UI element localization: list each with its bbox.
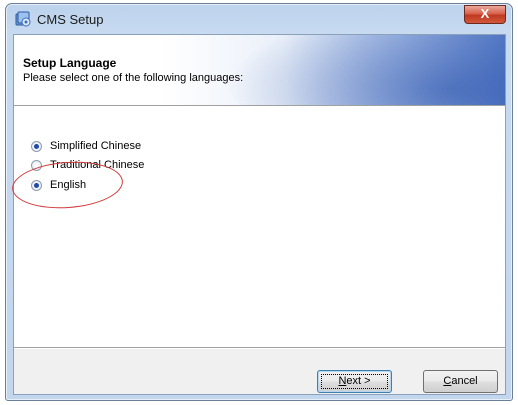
cancel-button[interactable]: Cancel bbox=[423, 370, 498, 393]
dialog-client-area: Setup Language Please select one of the … bbox=[13, 34, 506, 395]
language-options-panel: Simplified Chinese Traditional Chinese E… bbox=[14, 107, 505, 347]
language-option-traditional-chinese[interactable]: Traditional Chinese bbox=[31, 157, 144, 173]
language-option-english[interactable]: English bbox=[31, 177, 86, 193]
close-button[interactable]: X bbox=[464, 5, 506, 24]
focus-rectangle bbox=[321, 374, 388, 389]
language-label: Traditional Chinese bbox=[50, 159, 145, 171]
radio-button-traditional-chinese[interactable] bbox=[31, 159, 42, 171]
language-option-simplified-chinese[interactable]: Simplified Chinese bbox=[31, 138, 141, 154]
radio-button-simplified-chinese[interactable] bbox=[31, 140, 42, 152]
page-title: Setup Language bbox=[23, 56, 117, 70]
setup-installer-icon bbox=[15, 11, 31, 27]
language-label: Simplified Chinese bbox=[50, 140, 142, 152]
page-subtitle: Please select one of the following langu… bbox=[23, 72, 244, 84]
banner-graphic bbox=[225, 35, 505, 105]
window-title: CMS Setup bbox=[37, 12, 104, 27]
language-label: English bbox=[50, 179, 87, 191]
header-banner: Setup Language Please select one of the … bbox=[14, 35, 505, 105]
close-icon: X bbox=[480, 6, 490, 21]
footer-divider bbox=[14, 347, 505, 349]
radio-button-english[interactable] bbox=[31, 179, 42, 191]
next-button[interactable]: Next > bbox=[317, 370, 392, 393]
title-bar[interactable]: CMS Setup X bbox=[6, 4, 512, 34]
cancel-label: ancel bbox=[451, 375, 478, 387]
setup-window: CMS Setup X Setup Language Please select… bbox=[5, 3, 513, 401]
